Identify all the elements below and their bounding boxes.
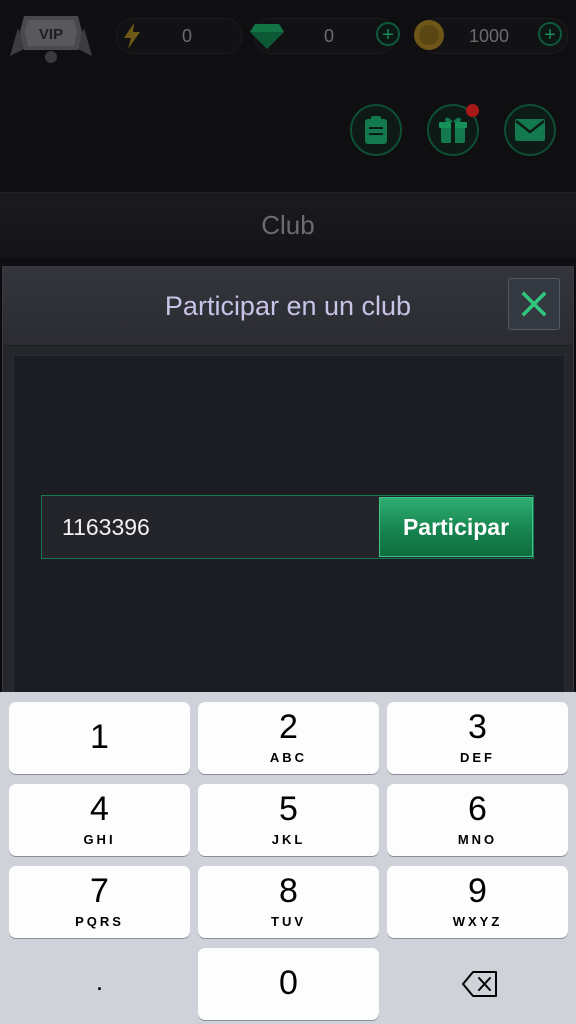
energy-counter: 0 [116, 18, 242, 54]
key-digit: 9 [468, 872, 487, 910]
delete-key[interactable] [387, 948, 568, 1020]
resource-bar: VIP 0 0 + 1000 + [0, 0, 576, 68]
background-screen: VIP 0 0 + 1000 + Club [0, 0, 576, 270]
numeric-keypad: 1 2 ABC 3 DEF 4 GHI 5 JKL 6 MNO 7 PQRS 8… [0, 692, 576, 1024]
key-digit: 6 [468, 790, 487, 828]
key-6[interactable]: 6 MNO [387, 784, 568, 856]
coins-value: 1000 [468, 26, 510, 46]
key-digit: 5 [279, 790, 298, 828]
dialog-title: Participar en un club [164, 291, 412, 321]
key-digit: 8 [279, 872, 298, 910]
key-digit: 4 [90, 790, 109, 828]
gems-counter: 0 [250, 18, 396, 54]
key-letters: WXYZ [452, 914, 503, 929]
key-digit: 7 [90, 872, 109, 910]
dialog-header: Participar en un club [3, 267, 573, 346]
join-club-dialog: Participar en un club [2, 266, 574, 706]
key-digit: 2 [279, 708, 298, 746]
vip-label: VIP [38, 26, 64, 43]
key-symbol: . [95, 966, 104, 996]
emerald-gem-icon [250, 24, 284, 49]
key-letters: JKL [271, 832, 306, 847]
close-dialog-button[interactable] [508, 278, 560, 330]
key-digit: 1 [90, 718, 109, 756]
mail-button[interactable] [504, 104, 556, 156]
join-club-button[interactable]: Participar [379, 497, 533, 557]
key-8[interactable]: 8 TUV [198, 866, 379, 938]
key-letters: TUV [271, 914, 306, 929]
envelope-icon [515, 119, 545, 141]
key-7[interactable]: 7 PQRS [9, 866, 190, 938]
energy-value: 0 [181, 26, 192, 46]
key-5[interactable]: 5 JKL [198, 784, 379, 856]
key-9[interactable]: 9 WXYZ [387, 866, 568, 938]
add-coins-button[interactable]: + [538, 22, 562, 46]
gift-button[interactable] [427, 104, 479, 156]
close-icon [521, 291, 547, 317]
key-4[interactable]: 4 GHI [9, 784, 190, 856]
club-header: Club [0, 192, 576, 257]
join-club-form: Participar [41, 495, 534, 559]
vip-badge[interactable]: VIP [8, 10, 94, 66]
key-digit: 0 [279, 964, 298, 1002]
key-2[interactable]: 2 ABC [198, 702, 379, 774]
key-digit: 3 [468, 708, 487, 746]
gift-icon [439, 117, 467, 143]
key-1[interactable]: 1 [9, 702, 190, 774]
club-id-input[interactable] [42, 496, 378, 558]
key-letters: DEF [460, 750, 495, 765]
add-gems-button[interactable]: + [376, 22, 400, 46]
key-letters: PQRS [75, 914, 124, 929]
key-letters: ABC [269, 750, 308, 765]
lightning-icon [124, 23, 140, 49]
key-dot[interactable]: . [9, 948, 190, 1020]
key-3[interactable]: 3 DEF [387, 702, 568, 774]
club-title: Club [261, 210, 315, 240]
tasks-button[interactable] [350, 104, 402, 156]
gems-value: 0 [323, 26, 334, 46]
key-letters: GHI [83, 832, 116, 847]
clipboard-icon [365, 116, 387, 144]
notification-dot [466, 104, 479, 117]
key-letters: MNO [457, 832, 498, 847]
key-0[interactable]: 0 [198, 948, 379, 1020]
gold-coin-icon [414, 20, 444, 50]
backspace-icon [462, 971, 497, 997]
